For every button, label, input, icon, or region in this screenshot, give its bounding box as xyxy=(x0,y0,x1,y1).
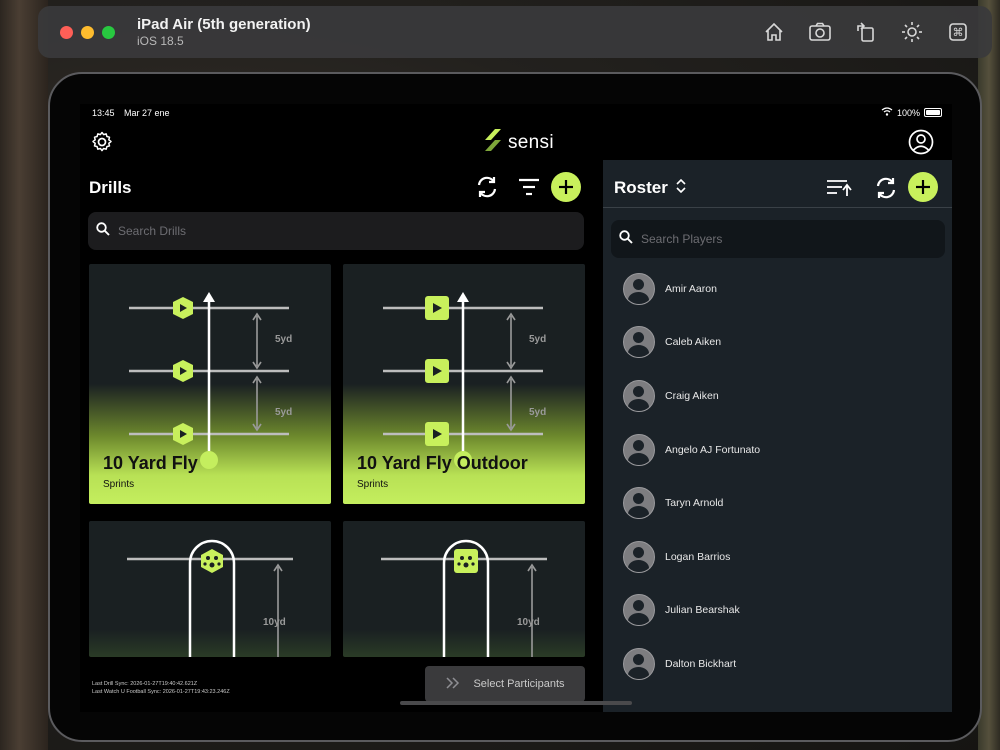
settings-gear-icon[interactable] xyxy=(90,130,114,154)
minimize-window-button[interactable] xyxy=(81,25,94,39)
drill-diagram: 10yd xyxy=(381,539,547,657)
roster-title: Roster xyxy=(614,178,668,197)
roster-header: Roster xyxy=(603,160,952,208)
player-row[interactable]: Amir Aaron xyxy=(623,262,943,316)
avatar-icon xyxy=(623,487,655,520)
select-participants-button[interactable]: Select Participants xyxy=(425,666,585,702)
search-players-field[interactable] xyxy=(611,220,945,258)
zoom-window-button[interactable] xyxy=(102,25,115,39)
sync-info: Last Drill Sync: 2026-01-27T19:40:42.621… xyxy=(92,680,230,696)
select-participants-label: Select Participants xyxy=(473,678,565,690)
drill-card-category: Sprints xyxy=(357,479,389,490)
battery-icon xyxy=(924,108,942,117)
player-row[interactable]: Dalton Bickhart xyxy=(623,637,943,691)
drill-distance-label: 5yd xyxy=(275,334,292,345)
filter-drills-icon[interactable] xyxy=(516,174,542,200)
drill-distance-label: 10yd xyxy=(517,617,540,628)
player-name: Angelo AJ Fortunato xyxy=(665,443,761,456)
player-name: Taryn Arnold xyxy=(665,497,724,510)
avatar-icon xyxy=(623,540,655,573)
refresh-drills-icon[interactable] xyxy=(474,174,500,200)
drill-diagram: 10yd xyxy=(127,539,293,657)
drill-card[interactable]: 10yd xyxy=(89,521,331,657)
last-drill-sync: Last Drill Sync: 2026-01-27T19:40:42.621… xyxy=(92,681,198,687)
drill-card-title: 10 Yard Fly Outdoor xyxy=(357,453,528,473)
search-drills-field[interactable] xyxy=(88,212,584,250)
appearance-icon[interactable] xyxy=(900,20,924,44)
window-controls xyxy=(60,25,115,39)
avatar-icon xyxy=(623,647,655,680)
player-list: Amir Aaron Caleb Aiken Craig Aiken Angel… xyxy=(623,262,943,691)
ipad-screen: 13:45 Mar 27 ene 100% sensi Drills Searc… xyxy=(80,104,952,712)
search-players-input[interactable] xyxy=(641,232,945,246)
drill-distance-label: 5yd xyxy=(275,407,292,418)
search-drills-input[interactable] xyxy=(118,224,518,238)
drill-distance-label: 10yd xyxy=(263,617,286,628)
player-name: Craig Aiken xyxy=(665,389,719,402)
screenshot-icon[interactable] xyxy=(808,20,832,44)
sensi-logo: sensi xyxy=(484,128,554,157)
add-player-button[interactable] xyxy=(908,172,938,202)
player-name: Amir Aaron xyxy=(665,282,717,295)
roster-panel: Roster Amir Aaron Caleb Aiken xyxy=(603,160,952,712)
sensi-logo-text: sensi xyxy=(508,131,554,153)
double-chevron-right-icon xyxy=(445,676,463,692)
drill-distance-label: 5yd xyxy=(529,407,546,418)
sensi-logo-mark-icon xyxy=(484,128,502,157)
drill-card-category: Sprints xyxy=(103,479,135,490)
drills-panel: Drills Search Drills 5yd 5yd 10 Yard Fly… xyxy=(80,160,603,712)
player-row[interactable]: Craig Aiken xyxy=(623,369,943,423)
simulator-os-version: iOS 18.5 xyxy=(137,34,184,48)
drill-distance-label: 5yd xyxy=(529,334,546,345)
status-time: 13:45 xyxy=(92,108,115,118)
chevron-up-down-icon xyxy=(676,178,686,198)
avatar-icon xyxy=(623,272,655,305)
simulator-device-name: iPad Air (5th generation) xyxy=(137,16,311,33)
drill-card[interactable]: 5yd 5yd 10 Yard Fly Sprints xyxy=(89,264,331,504)
close-window-button[interactable] xyxy=(60,25,73,39)
player-row[interactable]: Caleb Aiken xyxy=(623,316,943,370)
status-bar: 13:45 Mar 27 ene 100% xyxy=(80,104,952,124)
battery-percent: 100% xyxy=(896,107,920,118)
player-row[interactable]: Taryn Arnold xyxy=(623,476,943,530)
search-icon xyxy=(619,229,633,249)
roster-selector[interactable]: Roster xyxy=(614,178,686,198)
sort-players-icon[interactable] xyxy=(825,174,853,202)
plus-icon xyxy=(559,180,573,194)
avatar-icon xyxy=(623,326,655,359)
player-name: Logan Barrios xyxy=(665,550,731,563)
command-icon[interactable]: ⌘ xyxy=(946,20,970,44)
player-row[interactable]: Logan Barrios xyxy=(623,530,943,584)
avatar-icon xyxy=(623,594,655,627)
svg-text:⌘: ⌘ xyxy=(953,26,964,39)
plus-icon xyxy=(916,180,930,194)
player-name: Caleb Aiken xyxy=(665,336,722,349)
avatar-icon xyxy=(623,433,655,466)
search-icon xyxy=(96,221,110,241)
add-drill-button[interactable] xyxy=(551,172,581,202)
app-top-bar: sensi xyxy=(80,124,952,160)
player-row[interactable]: Julian Bearshak xyxy=(623,584,943,638)
rotate-icon[interactable] xyxy=(854,20,878,44)
drill-card[interactable]: 10yd xyxy=(343,521,585,657)
player-name: Julian Bearshak xyxy=(665,604,740,617)
wallpaper-left xyxy=(0,0,48,750)
home-icon[interactable] xyxy=(762,20,786,44)
avatar-icon xyxy=(623,379,655,412)
profile-icon[interactable] xyxy=(908,129,934,155)
drills-title: Drills xyxy=(89,178,132,197)
drill-card[interactable]: 5yd 5yd 10 Yard Fly Outdoor Sprints xyxy=(343,264,585,504)
status-date: Mar 27 ene xyxy=(124,108,170,118)
home-indicator[interactable] xyxy=(400,701,632,705)
player-row[interactable]: Angelo AJ Fortunato xyxy=(623,423,943,477)
last-watch-sync: Last Watch U Football Sync: 2026-01-27T1… xyxy=(92,689,230,695)
drill-card-title: 10 Yard Fly xyxy=(103,453,198,473)
simulator-title-bar: iPad Air (5th generation) iOS 18.5 ⌘ xyxy=(38,6,992,58)
wifi-icon xyxy=(881,107,893,118)
player-name: Dalton Bickhart xyxy=(665,657,737,670)
refresh-roster-icon[interactable] xyxy=(872,174,900,202)
